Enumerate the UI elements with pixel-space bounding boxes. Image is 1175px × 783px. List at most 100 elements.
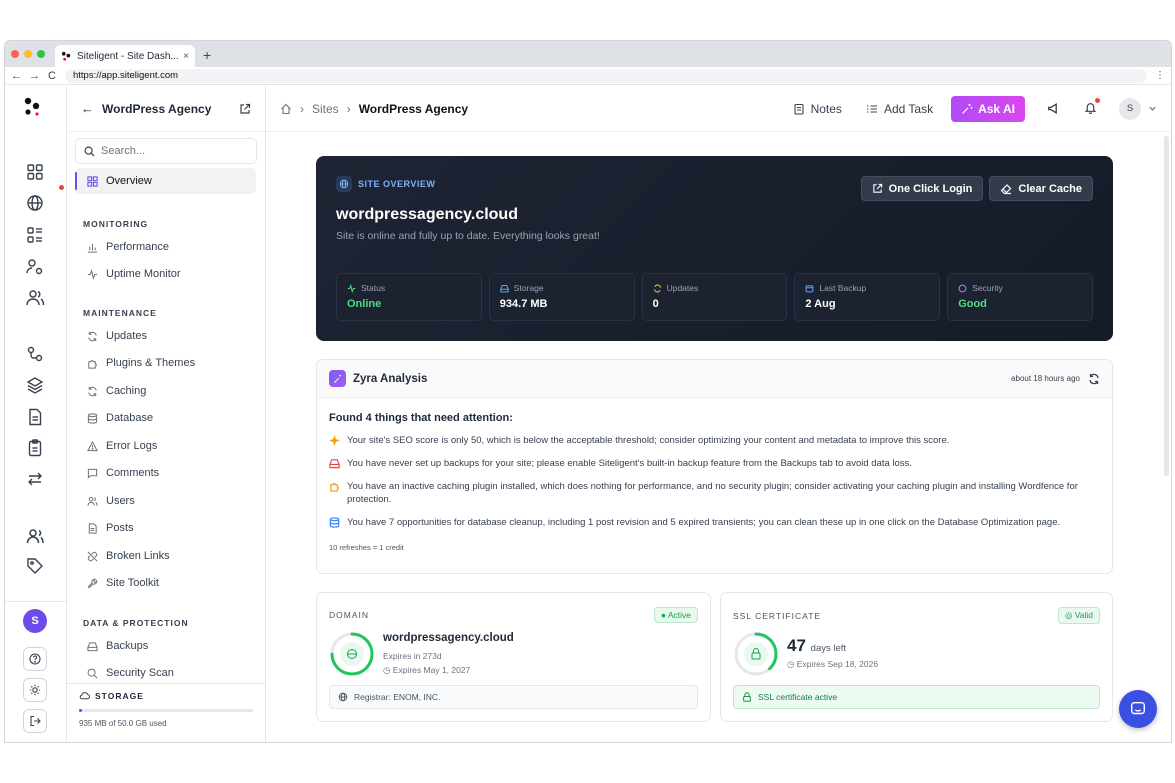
tag-icon[interactable]: [25, 556, 45, 576]
minimize-window-button[interactable]: [24, 50, 32, 58]
sidebar-item-error-logs[interactable]: Error Logs: [75, 433, 256, 459]
browser-menu-icon[interactable]: ⋮: [1155, 70, 1165, 81]
back-arrow-icon[interactable]: ←: [81, 101, 94, 116]
grid-icon: [87, 175, 98, 187]
domain-card: DOMAIN ● Active wordpressagency.cloud Ex…: [316, 592, 711, 722]
sidebar-item-label: Error Logs: [106, 440, 158, 452]
address-bar: ← → C https://app.siteligent.com ⋮: [5, 67, 1171, 85]
storage-progress-track: [79, 709, 253, 712]
help-button[interactable]: [23, 647, 47, 671]
chevron-down-icon[interactable]: [1148, 104, 1157, 113]
refresh-icon: [653, 284, 661, 292]
refresh-icon[interactable]: [1088, 373, 1100, 385]
broken-link-icon: [87, 551, 98, 561]
clear-cache-button[interactable]: Clear Cache: [989, 176, 1093, 201]
refresh-icon: [88, 331, 97, 341]
forward-icon[interactable]: →: [29, 70, 40, 82]
sidebar-item-label: Backups: [106, 640, 149, 652]
search-input[interactable]: Search...: [75, 138, 257, 164]
ask-ai-label: Ask AI: [978, 101, 1015, 116]
reload-icon[interactable]: C: [47, 70, 57, 82]
siteligent-logo-icon[interactable]: [21, 96, 43, 118]
finding-text: Your site's SEO score is only 50, which …: [347, 435, 950, 446]
sidebar-item-label: Posts: [106, 522, 134, 534]
puzzle-icon: [88, 359, 97, 369]
add-task-button[interactable]: Add Task: [866, 102, 933, 116]
layers-icon[interactable]: [25, 375, 45, 395]
domain-expires-in: Expires in 273d: [383, 651, 442, 661]
external-link-icon[interactable]: [239, 103, 251, 115]
document-icon: [88, 522, 97, 534]
stat-updates: Updates 0: [641, 273, 788, 321]
sidebar-item-users[interactable]: Users: [75, 488, 256, 514]
chat-support-button[interactable]: [1119, 690, 1157, 728]
sidebar-header: ← WordPress Agency: [67, 86, 265, 132]
eraser-icon: [1001, 183, 1012, 194]
finding-text: You have an inactive caching plugin inst…: [347, 481, 1078, 505]
sidebar-item-uptime-monitor[interactable]: Uptime Monitor: [75, 261, 256, 287]
maximize-window-button[interactable]: [37, 50, 45, 58]
back-icon[interactable]: ←: [11, 70, 22, 82]
one-click-login-button[interactable]: One Click Login: [860, 176, 984, 201]
notifications-button[interactable]: [1084, 97, 1100, 117]
layout-list-icon[interactable]: [25, 225, 45, 245]
refresh-credit-note: 10 refreshes = 1 credit: [329, 543, 404, 552]
sidebar-item-label: Performance: [106, 241, 169, 253]
scrollbar[interactable]: [1164, 136, 1169, 476]
team-icon[interactable]: [25, 526, 45, 546]
workflow-icon[interactable]: [25, 344, 45, 364]
sidebar-item-database[interactable]: Database: [75, 405, 256, 431]
domain-card-header: DOMAIN ● Active: [317, 593, 710, 623]
home-icon[interactable]: [280, 103, 292, 115]
users-icon[interactable]: [25, 288, 45, 308]
sidebar-item-label: Security Scan: [106, 667, 174, 679]
browser-tab[interactable]: Siteligent - Site Dash... ×: [55, 45, 195, 67]
avatar[interactable]: S: [23, 609, 47, 633]
stat-last-backup: Last Backup 2 Aug: [794, 273, 941, 321]
document-icon[interactable]: [25, 407, 45, 427]
sidebar-item-broken-links[interactable]: Broken Links: [75, 543, 256, 569]
sidebar-item-label: Updates: [106, 330, 147, 342]
sidebar-item-comments[interactable]: Comments: [75, 460, 256, 486]
notes-button[interactable]: Notes: [793, 102, 842, 116]
breadcrumb-separator: ›: [346, 101, 351, 116]
dashboard-grid-icon[interactable]: [25, 162, 45, 182]
tab-close-icon[interactable]: ×: [183, 51, 189, 62]
section-monitoring: MONITORING: [83, 219, 149, 229]
globe-icon[interactable]: [25, 193, 45, 213]
search-placeholder: Search...: [101, 145, 146, 157]
sidebar-item-overview[interactable]: Overview: [75, 168, 256, 194]
sidebar-item-caching[interactable]: Caching: [75, 378, 256, 404]
pulse-icon: [87, 268, 98, 280]
sidebar-item-posts[interactable]: Posts: [75, 515, 256, 541]
database-icon: [329, 517, 340, 528]
close-window-button[interactable]: [11, 50, 19, 58]
url-input[interactable]: https://app.siteligent.com: [65, 68, 1147, 83]
sidebar-item-site-toolkit[interactable]: Site Toolkit: [75, 570, 256, 596]
site-status-subtitle: Site is online and fully up to date. Eve…: [336, 230, 600, 242]
new-tab-button[interactable]: +: [203, 45, 211, 67]
sidebar-item-updates[interactable]: Updates: [75, 323, 256, 349]
user-key-icon[interactable]: [25, 257, 45, 277]
user-avatar[interactable]: S: [1119, 97, 1141, 120]
clipboard-icon[interactable]: [25, 438, 45, 458]
breadcrumb-sites[interactable]: Sites: [312, 102, 339, 116]
finding-text: You have never set up backups for your s…: [347, 458, 912, 469]
sidebar-item-performance[interactable]: Performance: [75, 234, 256, 260]
megaphone-icon[interactable]: [1047, 102, 1060, 115]
sidebar-item-label: Site Toolkit: [106, 577, 159, 589]
ask-ai-button[interactable]: Ask AI: [951, 95, 1025, 122]
transfer-arrows-icon[interactable]: [25, 469, 45, 489]
theme-toggle-button[interactable]: [23, 678, 47, 702]
storage-used-text: 935 MB of 50.0 GB used: [79, 719, 167, 728]
sidebar-item-plugins-themes[interactable]: Plugins & Themes: [75, 350, 256, 376]
domain-expiry-ring: [330, 632, 374, 676]
site-overview-label: SITE OVERVIEW: [358, 179, 436, 189]
notes-label: Notes: [810, 101, 842, 116]
top-bar: › Sites › WordPress Agency Notes Add Tas…: [266, 86, 1171, 132]
active-bar: [75, 172, 77, 190]
cloud-icon: [79, 692, 90, 700]
logout-button[interactable]: [23, 709, 47, 733]
warning-icon: [87, 440, 98, 451]
sidebar-item-backups[interactable]: Backups: [75, 633, 256, 659]
